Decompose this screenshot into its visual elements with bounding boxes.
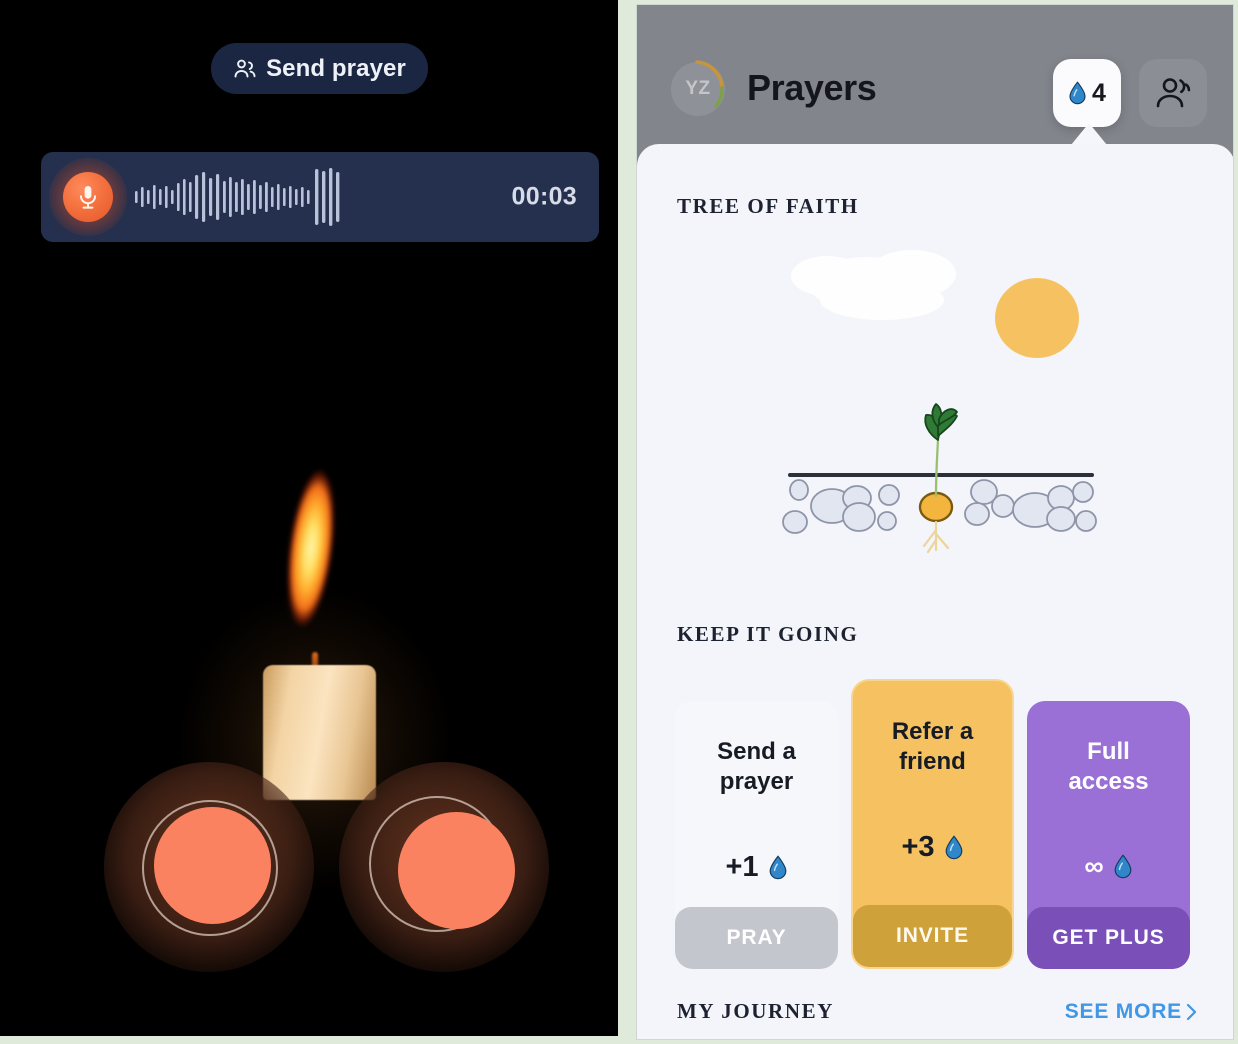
prayers-sheet: TREE OF FAITH KEEP IT GOING Send a praye…: [637, 144, 1233, 1039]
recording-timer: 00:03: [511, 182, 577, 211]
card-title: Full access: [1068, 738, 1149, 795]
card-title: Send a prayer: [717, 738, 796, 795]
send-prayer-label: Send prayer: [266, 54, 406, 82]
pebbles-right: [964, 479, 1097, 532]
water-drop-count: 4: [1092, 78, 1106, 107]
water-drop-counter[interactable]: 4: [1053, 59, 1121, 127]
see-more-link[interactable]: SEE MORE: [1065, 1000, 1197, 1024]
avatar-initials: YZ: [685, 78, 711, 99]
people-icon: [233, 58, 257, 80]
app-header: YZ Prayers 4: [637, 5, 1233, 155]
send-prayer-button[interactable]: Send prayer: [211, 43, 428, 94]
tree-of-faith-heading: TREE OF FAITH: [677, 194, 859, 218]
page-title: Prayers: [747, 67, 877, 108]
card-reward-amount: +1: [725, 851, 759, 883]
invite-button[interactable]: INVITE: [853, 905, 1012, 967]
candle-illustration: [0, 430, 618, 890]
prayer-orb-dot: [398, 812, 515, 929]
microphone-icon: [77, 184, 99, 210]
water-drop-icon: [768, 855, 788, 880]
screenshot-root: Send prayer 00:03 YZ Prayers 4 TREE OF F…: [0, 0, 1238, 1044]
keep-it-going-heading: KEEP IT GOING: [677, 622, 859, 646]
sprout-leaves: [924, 403, 958, 441]
water-drop-icon: [1113, 854, 1133, 879]
prayer-orb-right[interactable]: [339, 762, 549, 972]
card-reward: +1: [725, 851, 787, 884]
avatar[interactable]: YZ: [671, 62, 725, 116]
prayer-orb-dot: [154, 807, 271, 924]
reward-cards: Send a prayer +1 PRAY Refer a friend +3 …: [675, 679, 1199, 969]
cloud-shape: [791, 250, 956, 320]
my-journey-heading: MY JOURNEY: [677, 999, 834, 1023]
card-reward-amount: +3: [901, 831, 935, 863]
card-reward: ∞: [1084, 851, 1132, 882]
tree-of-faith-illustration: [782, 250, 1097, 554]
mic-record-button[interactable]: [63, 172, 113, 222]
prayer-orb-left[interactable]: [104, 762, 314, 972]
prayer-candle-panel: Send prayer 00:03: [0, 0, 618, 1036]
card-full-access[interactable]: Full access ∞ GET PLUS: [1027, 701, 1190, 969]
community-people-icon: [1153, 76, 1193, 110]
water-drop-icon: [944, 835, 964, 860]
voice-recorder-bar[interactable]: 00:03: [41, 152, 599, 242]
water-drop-icon: [1068, 81, 1087, 105]
sheet-pointer-triangle: [1071, 123, 1107, 145]
pebbles-left: [782, 479, 900, 534]
candle-flame: [260, 454, 360, 658]
card-reward: +3: [901, 831, 963, 864]
my-journey-row: MY JOURNEY SEE MORE: [677, 999, 1197, 1024]
card-title: Refer a friend: [891, 718, 974, 775]
card-reward-amount: ∞: [1084, 851, 1104, 881]
prayers-app-panel: YZ Prayers 4 TREE OF FAITH KEEP IT GOING…: [636, 4, 1234, 1040]
roots-shape: [922, 520, 950, 554]
community-button[interactable]: [1139, 59, 1207, 127]
see-more-label: SEE MORE: [1064, 999, 1182, 1023]
chevron-right-icon: [1186, 1003, 1197, 1021]
card-refer-a-friend[interactable]: Refer a friend +3 INVITE: [851, 679, 1014, 969]
candle-body: [263, 665, 376, 800]
seed-shape: [918, 491, 954, 523]
sun-shape: [995, 278, 1079, 358]
get-plus-button[interactable]: GET PLUS: [1027, 907, 1190, 969]
audio-waveform: [135, 168, 340, 226]
pray-button[interactable]: PRAY: [675, 907, 838, 969]
stem-shape: [934, 438, 940, 498]
card-send-a-prayer[interactable]: Send a prayer +1 PRAY: [675, 701, 838, 969]
